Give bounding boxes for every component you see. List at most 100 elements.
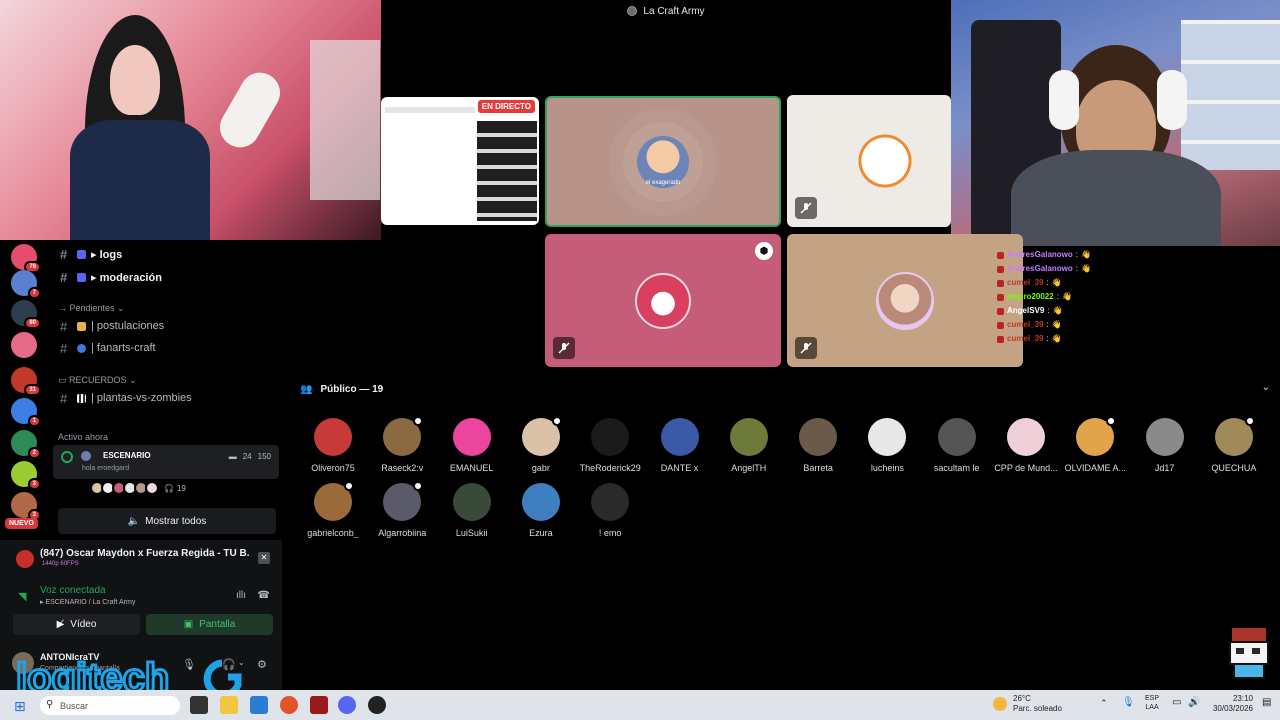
speaker-tile-bunny[interactable]	[787, 95, 951, 227]
store-icon[interactable]	[250, 696, 268, 714]
unread-count-badge: 1	[27, 415, 41, 427]
member-name: lucheins	[870, 463, 904, 473]
audience-member[interactable]: sacultam le	[922, 418, 992, 473]
server-icon[interactable]: 1	[11, 398, 41, 427]
category-pendientes[interactable]: → Pendientes ⌄	[58, 303, 125, 314]
voice-location[interactable]: ▸ ESCENARIO / La Craft Army	[40, 598, 135, 606]
server-icon[interactable]: 2	[11, 430, 41, 459]
hand-raised-icon	[413, 481, 424, 491]
chevron-down-icon[interactable]: ⌄	[1262, 382, 1270, 393]
avatar	[452, 418, 491, 456]
audience-member[interactable]: Ezura	[506, 483, 576, 538]
language-indicator[interactable]: ESP LAA	[1145, 694, 1159, 712]
audience-member[interactable]: QUECHUA	[1199, 416, 1269, 473]
audience-member[interactable]: gabrielconb_	[298, 481, 368, 538]
show-all-button[interactable]: 🔈 Mostrar todos	[58, 508, 276, 534]
audience-member[interactable]: Raseck2:v	[367, 416, 437, 473]
server-icon[interactable]: 31	[11, 367, 41, 396]
speaker-tile-active[interactable]: el exagerado	[545, 96, 781, 227]
audience-member[interactable]: Barreta	[783, 418, 853, 473]
file-explorer-icon[interactable]	[220, 696, 238, 714]
server-icon[interactable]: 80	[11, 300, 41, 329]
category-recuerdos[interactable]: ▭ RECUERDOS ⌄	[58, 375, 137, 386]
close-stream-icon[interactable]: ✕	[258, 552, 270, 564]
server-icon[interactable]	[11, 332, 37, 358]
channel-fanarts[interactable]: # | fanarts-craft	[60, 338, 156, 358]
screen-share-button[interactable]: ▣ Pantalla	[146, 614, 273, 635]
chevron-up-icon[interactable]: ⌃	[1100, 698, 1108, 709]
audience-member[interactable]: Oliveron75	[298, 418, 368, 473]
windows-start-icon[interactable]: ⊞	[14, 698, 26, 715]
task-view-icon[interactable]	[190, 696, 208, 714]
member-name: QUECHUA	[1211, 463, 1257, 473]
avatar	[591, 418, 630, 456]
stage-avatar-row: 🎧 19	[90, 481, 186, 495]
audience-member[interactable]: Jd17	[1130, 418, 1200, 473]
audience-member[interactable]: lucheins	[852, 418, 922, 473]
server-icon[interactable]: 7	[11, 270, 41, 299]
mic-tray-icon[interactable]: 🎙	[1122, 697, 1135, 708]
audience-member[interactable]: EMANUEL	[437, 418, 507, 473]
audience-header[interactable]: 👥 Público — 19 ⌄	[300, 380, 1270, 398]
stage-topic: hola eroedgard	[82, 465, 130, 472]
brave-icon[interactable]	[280, 696, 298, 714]
shelf	[1181, 20, 1280, 170]
now-playing-title: (847) Oscar Maydon x Fuerza Regida - TU …	[40, 548, 250, 559]
weather-widget[interactable]: 26°C Parc. soleado	[993, 694, 1062, 714]
audience-member[interactable]: CPP de Mund...	[991, 418, 1061, 473]
channel-postulaciones[interactable]: # | postulaciones	[60, 316, 164, 336]
notification-icon[interactable]: ▤	[1262, 697, 1271, 708]
voice-connected-label[interactable]: Voz conectada	[40, 585, 106, 596]
unread-count-badge: 7	[27, 287, 41, 299]
now-playing[interactable]: (847) Oscar Maydon x Fuerza Regida - TU …	[14, 546, 274, 572]
speaker-tile-pink[interactable]: ⬢	[545, 234, 781, 367]
clock[interactable]: 23:10 30/03/2026	[1205, 694, 1253, 714]
server-name: La Craft Army	[643, 5, 705, 17]
channel-plantas[interactable]: # | plantas-vs-zombies	[60, 388, 192, 408]
screen-label: Pantalla	[199, 619, 236, 630]
member-name: EMANUEL	[449, 463, 494, 473]
audience-member[interactable]: gabr	[506, 416, 576, 473]
server-icon[interactable]: 3	[11, 492, 41, 521]
channel-moderacion[interactable]: # ▸ moderación	[60, 267, 162, 287]
audience-member[interactable]: DANTE x	[645, 418, 715, 473]
hand-raised-icon	[413, 416, 424, 426]
server-icon[interactable]: 3	[11, 461, 41, 490]
noise-suppression-icon[interactable]: ıllı	[236, 590, 246, 601]
audience-member[interactable]: AngelTH	[714, 418, 784, 473]
disconnect-icon[interactable]: ☎	[258, 590, 270, 601]
video-button[interactable]: ▶̸ Vídeo	[13, 614, 140, 635]
video-label: Vídeo	[70, 619, 97, 630]
screen-share-tile[interactable]: EN DIRECTO	[381, 97, 539, 225]
wave-emote-icon: 👋	[1051, 334, 1062, 343]
chat-username: AndresGalanowo	[1007, 264, 1073, 273]
app-icon[interactable]	[310, 696, 328, 714]
member-name: Raseck2:v	[381, 463, 424, 473]
channel-logs[interactable]: # ▸ logs	[60, 244, 122, 264]
moderator-icon: ⬢	[755, 242, 773, 260]
stage-activity-card[interactable]: ESCENARIO hola eroedgard ▬ 24 150	[53, 445, 279, 479]
folder-icon: ▭	[58, 375, 70, 385]
avatar	[521, 483, 560, 521]
taskbar-search[interactable]: ⚲ Buscar	[40, 696, 180, 715]
server-avatar	[81, 451, 91, 461]
audience-member[interactable]: OLVIDAME A...	[1060, 416, 1130, 473]
audience-member[interactable]: Algarrobiina	[367, 481, 437, 538]
discord-icon[interactable]	[338, 696, 356, 714]
layout-code: LAA	[1145, 704, 1159, 711]
avatar	[799, 418, 838, 456]
network-icon[interactable]: ▭	[1172, 697, 1181, 708]
server-icon[interactable]: 76	[11, 244, 41, 273]
wave-emote-icon: 👋	[1081, 264, 1091, 273]
signal-icon[interactable]: ◥	[18, 590, 26, 603]
audience-member[interactable]: TheRoderick29	[575, 418, 645, 473]
search-placeholder: Buscar	[60, 700, 89, 711]
stream-quality: 1440p 60FPS	[42, 561, 79, 567]
speaker-tile-tan[interactable]	[787, 234, 1023, 367]
volume-icon[interactable]: 🔊	[1188, 697, 1200, 708]
audience-member[interactable]: LuiSukii	[437, 483, 507, 538]
settings-gear-icon[interactable]: ⚙	[257, 658, 267, 671]
obs-icon[interactable]	[368, 696, 386, 714]
audience-member[interactable]: ! emo	[575, 483, 645, 538]
webcam-left	[0, 0, 381, 240]
